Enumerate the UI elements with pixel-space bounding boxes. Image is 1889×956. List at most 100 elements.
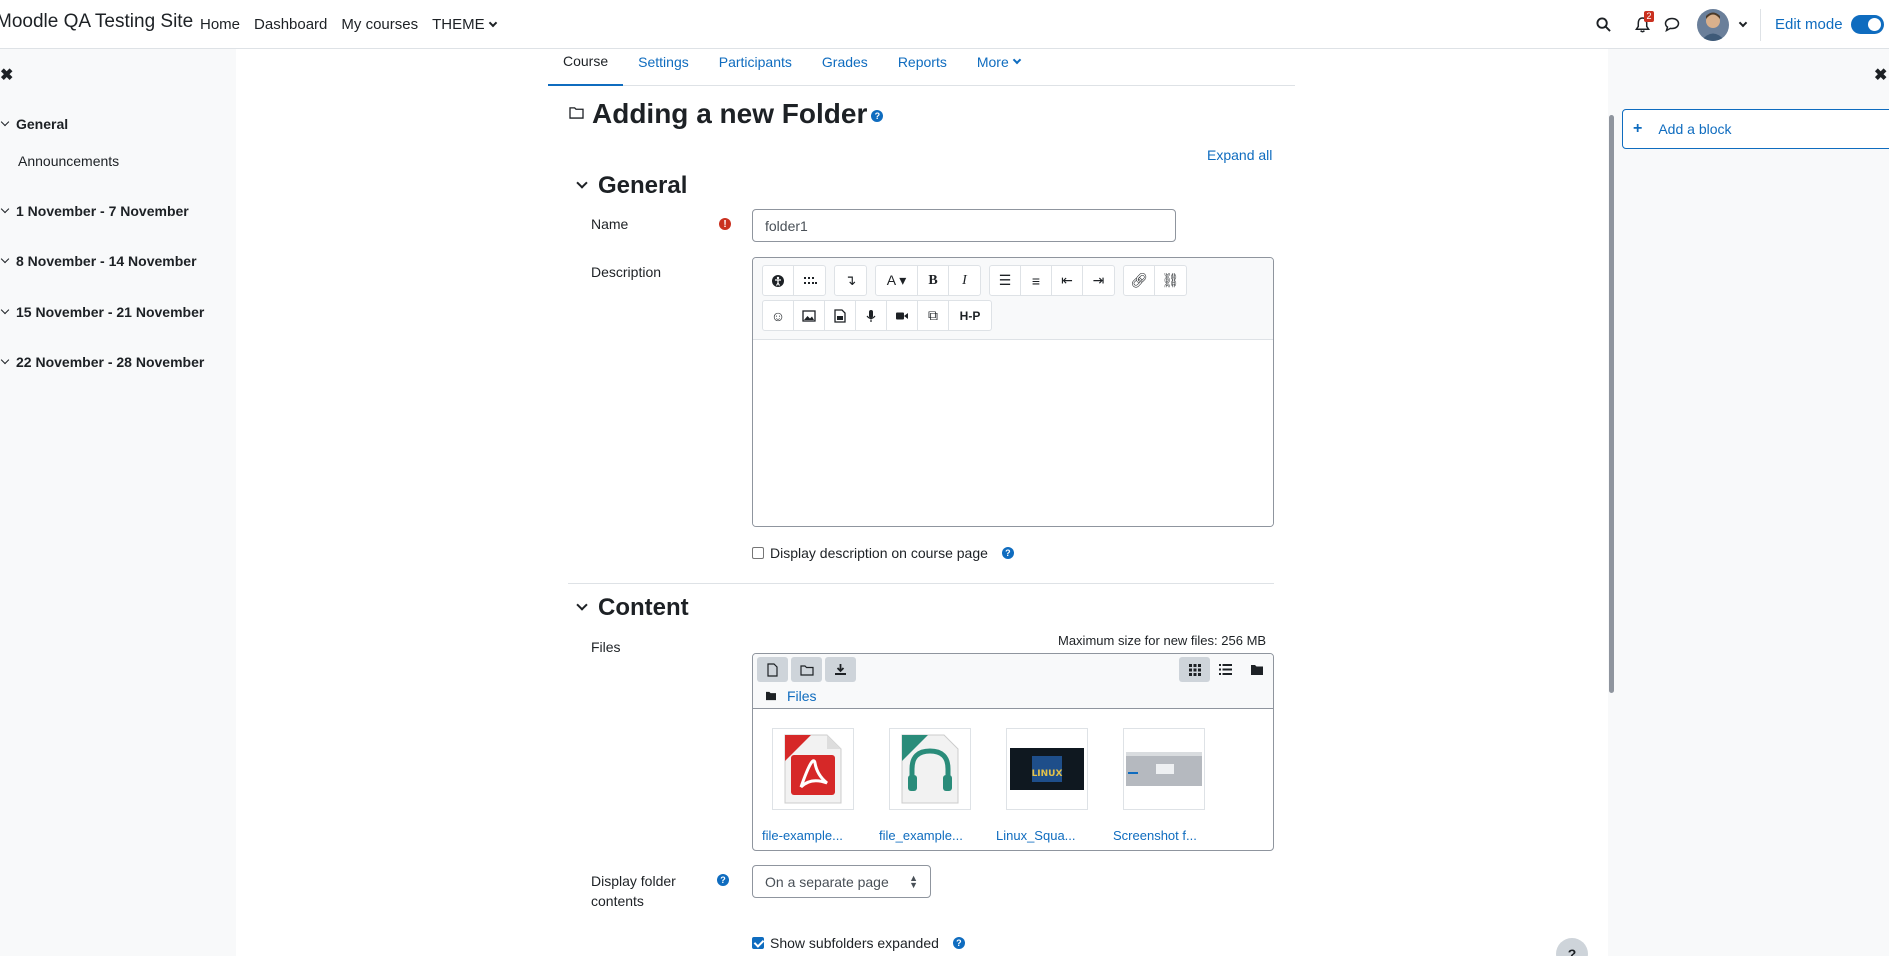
block-drawer: ✖ + Add a block — [1608, 49, 1889, 956]
user-menu[interactable] — [1697, 0, 1748, 49]
show-subfolders-checkbox[interactable] — [752, 937, 764, 949]
toggle-switch-icon — [1850, 15, 1884, 34]
show-subfolders-label: Show subfolders expanded — [770, 935, 939, 951]
nav-theme-label: THEME — [432, 16, 485, 33]
description-label: Description — [591, 264, 662, 280]
tree-view-icon[interactable] — [1241, 657, 1272, 682]
image-icon[interactable] — [794, 301, 825, 330]
download-icon[interactable] — [825, 657, 856, 682]
name-label: Name — [591, 216, 629, 232]
media-icon[interactable] — [825, 301, 856, 330]
view-switcher — [1179, 657, 1272, 682]
pdf-icon — [772, 728, 854, 810]
select-arrows-icon: ▲ ▼ — [909, 872, 918, 890]
tab-course[interactable]: Course — [548, 49, 624, 86]
video-camera-icon[interactable] — [887, 301, 918, 330]
display-folder-label-line-1: Display folder — [591, 873, 676, 889]
indent-icon[interactable]: ⇥ — [1083, 266, 1114, 295]
avatar — [1697, 8, 1729, 41]
help-icon[interactable]: ? — [1001, 547, 1014, 559]
search-button[interactable] — [1589, 0, 1617, 49]
expand-all-link[interactable]: Expand all — [1207, 147, 1272, 163]
create-folder-button[interactable] — [791, 657, 822, 682]
plus-icon: + — [1633, 120, 1643, 137]
files-root-link[interactable]: Files — [787, 688, 817, 704]
chevron-down-icon — [0, 355, 10, 365]
bullet-list-icon[interactable]: ☰ — [990, 266, 1021, 295]
page-scrollbar[interactable] — [1609, 115, 1614, 693]
nav-theme[interactable]: THEME — [425, 0, 503, 49]
link-icon[interactable]: 🔗︎ — [1124, 266, 1155, 295]
nav-dashboard[interactable]: Dashboard — [247, 0, 334, 49]
max-file-size: Maximum size for new files: 256 MB — [1058, 633, 1267, 648]
site-name[interactable]: Moodle QA Testing Site — [0, 11, 193, 33]
add-block-button[interactable]: + Add a block — [1622, 109, 1889, 149]
microphone-icon[interactable] — [856, 301, 887, 330]
chevron-down-icon — [0, 117, 10, 127]
add-file-button[interactable] — [757, 657, 788, 682]
undo-icon[interactable]: ↴ — [835, 266, 866, 295]
nav-my-courses[interactable]: My courses — [334, 0, 425, 49]
chevron-down-icon — [576, 599, 588, 611]
italic-icon[interactable]: I — [949, 266, 980, 295]
section-label: 22 November - 28 November — [16, 354, 205, 370]
display-folder-contents-label: Display folder contents — [591, 871, 676, 911]
outdent-icon[interactable]: ⇤ — [1052, 266, 1083, 295]
list-view-icon[interactable] — [1210, 657, 1241, 682]
name-input[interactable] — [752, 209, 1176, 242]
manage-files-icon[interactable]: ⧉ — [918, 301, 949, 330]
accessibility-checker-icon[interactable] — [763, 266, 794, 295]
floating-help-button[interactable]: ? — [1556, 938, 1588, 956]
tab-participants[interactable]: Participants — [704, 49, 807, 86]
chevron-down-icon — [0, 204, 10, 214]
help-icon[interactable]: ? — [952, 937, 965, 949]
screenshot-thumbnail — [1123, 728, 1205, 810]
general-section-toggle[interactable]: General — [576, 172, 687, 200]
course-section-week-1[interactable]: 1 November - 7 November — [0, 203, 189, 219]
navbar-divider — [1760, 0, 1761, 49]
course-section-week-4[interactable]: 22 November - 28 November — [0, 354, 204, 370]
notifications-button[interactable]: 2 — [1628, 0, 1656, 49]
unlink-icon[interactable]: ⛓︎ — [1155, 266, 1186, 295]
tab-more[interactable]: More — [962, 49, 1035, 86]
close-icon[interactable]: ✖ — [0, 65, 13, 85]
font-style-icon[interactable]: A ▾ — [876, 266, 918, 295]
audio-icon — [889, 728, 971, 810]
help-icon[interactable]: ? — [717, 874, 729, 886]
toolbar-toggle-icon[interactable] — [794, 266, 825, 295]
file-item[interactable]: file-example... — [762, 728, 862, 843]
section-label: 8 November - 14 November — [16, 253, 197, 269]
section-label: 15 November - 21 November — [16, 304, 205, 320]
tab-reports[interactable]: Reports — [883, 49, 962, 86]
file-item[interactable]: Screenshot f... — [1113, 728, 1213, 843]
section-divider — [568, 583, 1274, 584]
chevron-down-icon — [576, 177, 588, 189]
emoji-icon[interactable]: ☺ — [763, 301, 794, 330]
bold-icon[interactable]: B — [918, 266, 949, 295]
file-item[interactable]: LINUX Linux_Squa... — [996, 728, 1096, 843]
messages-button[interactable] — [1658, 0, 1686, 49]
grid-view-icon[interactable] — [1179, 657, 1210, 682]
folder-icon — [569, 106, 584, 123]
tab-settings[interactable]: Settings — [623, 49, 704, 86]
activity-announcements[interactable]: Announcements — [18, 153, 119, 169]
content-section-toggle[interactable]: Content — [576, 594, 689, 622]
display-folder-contents-select[interactable]: On a separate page ▲ ▼ — [752, 865, 931, 898]
help-icon[interactable]: ? — [871, 110, 884, 122]
h5p-icon[interactable]: H-P — [949, 301, 991, 330]
chevron-down-icon — [0, 305, 10, 315]
display-description-checkbox[interactable] — [752, 547, 764, 559]
numbered-list-icon[interactable]: ≡ — [1021, 266, 1052, 295]
file-item[interactable]: file_example... — [879, 728, 979, 843]
course-section-general[interactable]: General — [0, 116, 68, 132]
close-icon[interactable]: ✖ — [1874, 65, 1887, 85]
page-title: Adding a new Folder — [592, 98, 868, 129]
tab-grades[interactable]: Grades — [807, 49, 883, 86]
edit-mode-label: Edit mode — [1775, 16, 1843, 33]
course-section-week-3[interactable]: 15 November - 21 November — [0, 304, 204, 320]
course-section-week-2[interactable]: 8 November - 14 November — [0, 253, 197, 269]
description-textarea[interactable] — [753, 340, 1273, 526]
nav-home[interactable]: Home — [193, 0, 247, 49]
files-label: Files — [591, 639, 621, 655]
edit-mode-toggle[interactable]: Edit mode — [1775, 0, 1884, 49]
